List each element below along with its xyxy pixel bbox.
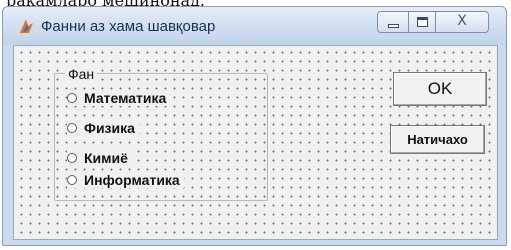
radio-option-chemistry[interactable]: Кимиё: [67, 150, 132, 166]
maximize-button[interactable]: [408, 11, 436, 33]
radio-button[interactable]: [67, 93, 77, 103]
results-button[interactable]: Натичахо: [390, 125, 485, 154]
ok-button-label: OK: [427, 79, 453, 98]
radio-option-math[interactable]: Математика: [67, 90, 171, 106]
radio-button[interactable]: [67, 153, 77, 163]
subject-group-label: Фан: [65, 66, 98, 82]
minimize-button[interactable]: [377, 11, 409, 33]
window-title: Фанни аз хама шавқовар: [41, 18, 216, 35]
close-icon: X: [457, 13, 467, 29]
radio-button[interactable]: [67, 123, 77, 133]
subject-group: Фан Математика Физика Кимиё Информатика: [54, 66, 268, 201]
radio-option-physics[interactable]: Физика: [67, 120, 139, 136]
radio-label: Физика: [84, 120, 135, 136]
close-button[interactable]: X: [435, 11, 489, 33]
radio-button[interactable]: [67, 175, 77, 185]
app-icon: [20, 19, 33, 33]
radio-label: Информатика: [84, 172, 180, 188]
radio-label: Математика: [84, 90, 167, 106]
radio-option-informatics[interactable]: Информатика: [67, 172, 184, 188]
title-bar[interactable]: Фанни аз хама шавқовар X: [3, 7, 506, 45]
form-design-surface: Фан Математика Физика Кимиё Информатика …: [13, 45, 498, 240]
dialog-window: Фанни аз хама шавқовар X Фан Математика …: [2, 6, 507, 246]
radio-label: Кимиё: [84, 150, 128, 166]
results-button-label: Натичахо: [407, 132, 468, 147]
ok-button[interactable]: OK: [393, 72, 487, 106]
